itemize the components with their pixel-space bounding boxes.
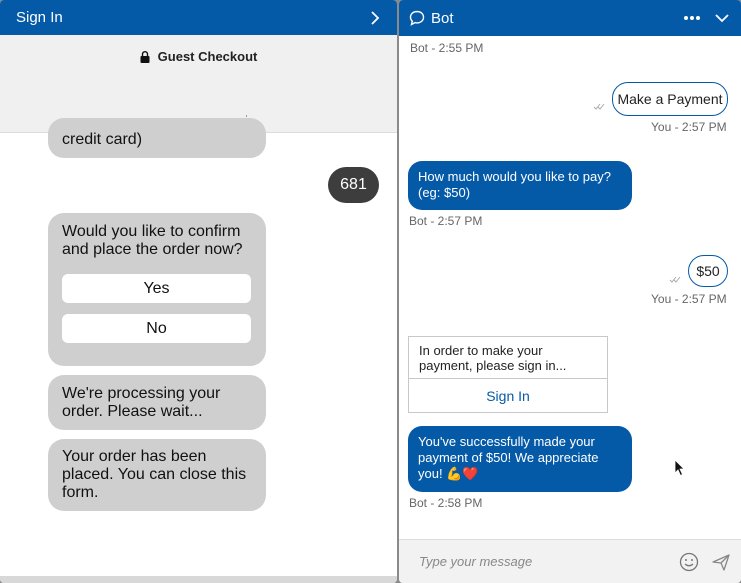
timestamp: Bot - 2:55 PM	[410, 41, 484, 55]
read-tick-icon	[593, 103, 605, 110]
message-input[interactable]	[419, 554, 659, 569]
chat-icon	[409, 10, 425, 26]
chevron-down-icon[interactable]	[715, 13, 729, 23]
timestamp: Bot - 2:57 PM	[409, 214, 483, 228]
lock-icon	[140, 50, 150, 63]
timestamp: You - 2:57 PM	[651, 120, 727, 134]
guest-checkout-label: Guest Checkout	[157, 49, 258, 64]
chevron-right-icon[interactable]	[367, 10, 383, 26]
sign-in-card-text: In order to make your payment, please si…	[409, 337, 607, 379]
left-header: Sign In	[0, 0, 397, 35]
timestamp: Bot - 2:58 PM	[409, 496, 483, 510]
bot-message: How much would you like to pay? (eg: $50…	[408, 161, 632, 210]
message-credit-card: credit card)	[48, 118, 266, 158]
confirm-order-text: Would you like to confirm and place the …	[62, 223, 243, 258]
bot-header-title: Bot	[431, 9, 454, 27]
user-message-amount: 681	[328, 167, 379, 203]
bot-header: Bot	[399, 0, 741, 36]
message-composer	[399, 539, 741, 583]
bot-message: You've successfully made your payment of…	[408, 426, 632, 492]
checkout-panel: Sign In Guest Checkout credit card) 681 …	[0, 0, 397, 583]
bot-chat-panel: Bot Bot - 2:55 PM Make a Payment You - 2…	[399, 0, 741, 583]
read-tick-icon	[669, 276, 681, 283]
user-message: Make a Payment	[612, 82, 728, 116]
no-button[interactable]: No	[62, 314, 251, 343]
user-message: $50	[688, 255, 728, 287]
yes-button[interactable]: Yes	[62, 274, 251, 303]
sign-in-button[interactable]: Sign In	[409, 379, 607, 413]
send-icon[interactable]	[711, 552, 731, 572]
confirm-order-card: Would you like to confirm and place the …	[48, 213, 266, 366]
emoji-icon[interactable]	[679, 552, 699, 572]
message-processing: We're processing your order. Please wait…	[48, 375, 266, 430]
timestamp: You - 2:57 PM	[651, 292, 727, 306]
guest-checkout-title: Guest Checkout	[0, 49, 397, 64]
left-footer-strip	[0, 576, 397, 583]
more-icon[interactable]	[683, 15, 701, 21]
cursor-icon	[674, 459, 685, 477]
sign-in-card: In order to make your payment, please si…	[408, 336, 608, 413]
message-order-placed: Your order has been placed. You can clos…	[48, 439, 266, 511]
left-header-title: Sign In	[16, 9, 63, 26]
